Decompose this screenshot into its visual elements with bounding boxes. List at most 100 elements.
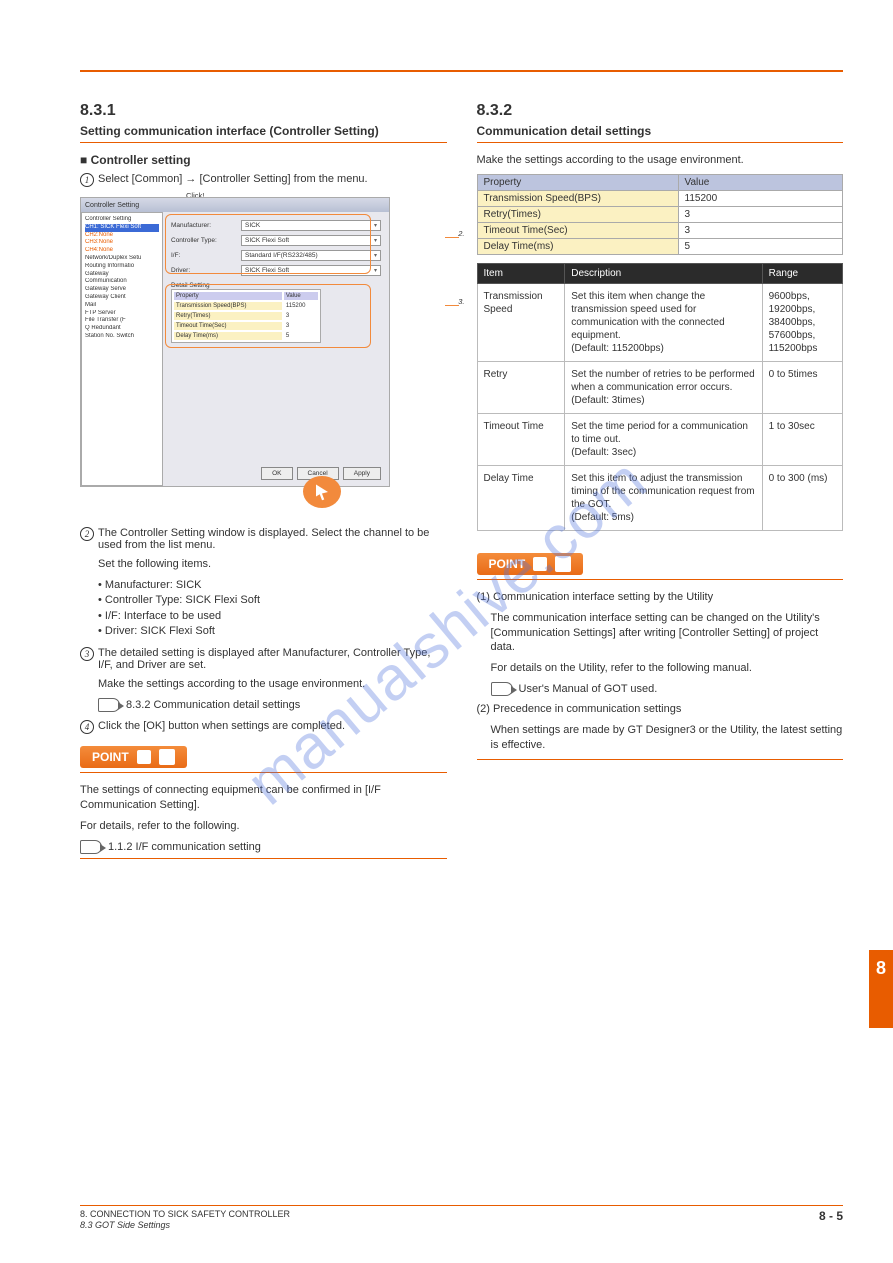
table-cell: Delay Time	[477, 465, 565, 530]
footer: 8. CONNECTION TO SICK SAFETY CONTROLLER …	[80, 1205, 843, 1231]
ss-titlebar: Controller Setting	[81, 198, 389, 212]
table-cell: 5	[678, 238, 842, 254]
table-cell: 0 to 300 (ms)	[762, 465, 842, 530]
desc-th-desc: Description	[565, 263, 762, 283]
table-cell: Timeout Time	[477, 413, 565, 465]
table-cell: Set this item to adjust the transmission…	[565, 465, 762, 530]
step-3-text: The detailed setting is displayed after …	[98, 647, 447, 671]
point2-p1-head: (1) Communication interface setting by t…	[477, 591, 714, 603]
point2-p2-head: (2) Precedence in communication settings	[477, 703, 682, 715]
left-column: 8.3.1 Setting communication interface (C…	[80, 102, 447, 869]
point-rule-2	[477, 579, 844, 580]
link-users-manual[interactable]: User's Manual of GOT used.	[519, 683, 658, 695]
screenshot: Controller Setting Controller Setting CH…	[80, 197, 390, 487]
description-table: Item Description Range Transmission Spee…	[477, 263, 844, 531]
point2-p2-body: When settings are made by GT Designer3 o…	[491, 723, 844, 753]
tree-row: CH4:None	[85, 247, 159, 255]
table-cell: 9600bps, 19200bps, 38400bps, 57600bps, 1…	[762, 283, 842, 361]
ss-title: Controller Setting	[85, 202, 139, 209]
tree-row: Gateway Serve	[85, 286, 159, 294]
tree-row: Station No. Switch	[85, 333, 159, 341]
table-cell: Retry	[477, 361, 565, 413]
table-cell: Delay Time(ms)	[477, 238, 678, 254]
step-2-text: The Controller Setting window is display…	[98, 527, 447, 551]
section-title-832: Communication detail settings	[477, 124, 844, 138]
tree-row: Gateway Client	[85, 294, 159, 302]
table-cell: 115200	[678, 190, 842, 206]
point-rule-2-end	[477, 759, 844, 760]
tree-row: File Transfer (F	[85, 317, 159, 325]
table-cell: 3	[678, 222, 842, 238]
tree-row: Controller Setting	[85, 216, 159, 224]
apply-button[interactable]: Apply	[343, 467, 381, 480]
table-cell: Transmission Speed	[477, 283, 565, 361]
table-cell: Timeout Time(Sec)	[477, 222, 678, 238]
section-rule-832	[477, 142, 844, 143]
callout-2: 2.	[458, 229, 464, 238]
bullet: • Manufacturer: SICK	[98, 578, 447, 593]
page: 8.3.1 Setting communication interface (C…	[0, 0, 893, 1263]
table-cell: 0 to 5times	[762, 361, 842, 413]
point-rule	[80, 772, 447, 773]
footer-ref2: 8.3 GOT Side Settings	[80, 1220, 614, 1231]
click-cursor-icon	[303, 476, 341, 508]
section-title: Setting communication interface (Control…	[80, 124, 447, 138]
detail-settings-table: Property Value Transmission Speed(BPS)11…	[477, 174, 844, 255]
table-cell: 1 to 30sec	[762, 413, 842, 465]
footer-page: 8 - 5	[819, 1209, 843, 1231]
tree-row: CH2:None	[85, 232, 159, 240]
callout-line-2	[445, 237, 459, 238]
step-3-num: 3	[80, 647, 94, 661]
section-sub-832: Make the settings according to the usage…	[477, 153, 844, 168]
detail-th-prop: Property	[477, 174, 678, 190]
bullet: • Driver: SICK Flexi Soft	[98, 624, 447, 639]
link-832[interactable]: 8.3.2 Communication detail settings	[126, 699, 300, 711]
footer-ref1: 8. CONNECTION TO SICK SAFETY CONTROLLER	[80, 1209, 614, 1220]
tree-row: Q Redundant	[85, 325, 159, 333]
table-cell: Retry(Times)	[477, 206, 678, 222]
link-pointer-icon	[491, 682, 513, 696]
callout-ring-2	[165, 214, 371, 274]
tree-row: FTP Server	[85, 310, 159, 318]
ok-button[interactable]: OK	[261, 467, 292, 480]
step-4-num: 4	[80, 720, 94, 734]
point-icon	[137, 750, 151, 764]
table-cell: Transmission Speed(BPS)	[477, 190, 678, 206]
tree-row: Network/Duplex Setu	[85, 255, 159, 263]
tree-row: Gateway	[85, 271, 159, 279]
chapter-tab: 8	[869, 950, 893, 1028]
tree-row: CH3:None	[85, 239, 159, 247]
point2-p1-body2: For details on the Utility, refer to the…	[491, 661, 844, 676]
section-number: 8.3.1	[80, 102, 447, 120]
controller-setting-head: ■ Controller setting	[80, 153, 447, 167]
desc-th-range: Range	[762, 263, 842, 283]
bullet: • I/F: Interface to be used	[98, 609, 447, 624]
top-rule	[80, 70, 843, 72]
right-column: 8.3.2 Communication detail settings Make…	[477, 102, 844, 869]
link-112[interactable]: 1.1.2 I/F communication setting	[108, 841, 261, 853]
point-icon	[533, 557, 547, 571]
step-4: 4 Click the [OK] button when settings ar…	[80, 720, 447, 734]
step-3b: Make the settings according to the usage…	[98, 677, 447, 692]
bullet: • Controller Type: SICK Flexi Soft	[98, 593, 447, 608]
ss-main: Manufacturer: SICK Controller Type: SICK…	[163, 212, 389, 486]
table-cell: Set this item when change the transmissi…	[565, 283, 762, 361]
section-rule	[80, 142, 447, 143]
callout-line-3	[445, 305, 459, 306]
point1-body: The settings of connecting equipment can…	[80, 783, 447, 813]
step-4-text: Click the [OK] button when settings are …	[98, 720, 345, 732]
tree-row: Communication	[85, 278, 159, 286]
point2-p1-body: The communication interface setting can …	[491, 611, 844, 656]
point1-body2: For details, refer to the following.	[80, 819, 447, 834]
step-2: 2 The Controller Setting window is displ…	[80, 527, 447, 551]
table-cell: Set the number of retries to be performe…	[565, 361, 762, 413]
section-number-832: 8.3.2	[477, 102, 844, 120]
point-rule-end	[80, 858, 447, 859]
tree-row: Mail	[85, 302, 159, 310]
step-1-num: 1	[80, 173, 94, 187]
step-1-text: Select [Common] → [Controller Setting] f…	[98, 173, 368, 185]
tree-row: Routing Informatio	[85, 263, 159, 271]
point-badge-2: POINT	[477, 553, 584, 575]
ss-tree: Controller Setting CH1: SICK Flexi Soft …	[81, 212, 163, 486]
step-1: 1 Select [Common] → [Controller Setting]…	[80, 173, 447, 187]
